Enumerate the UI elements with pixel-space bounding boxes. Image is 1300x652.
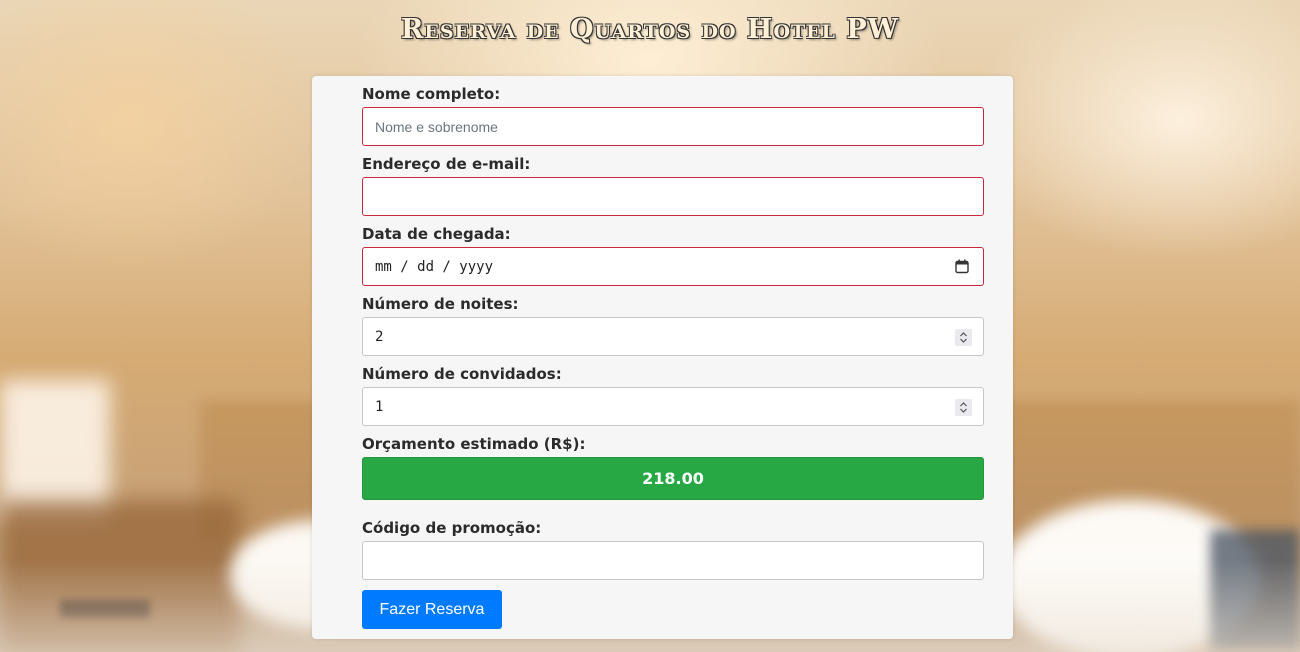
email-input[interactable] [362, 177, 984, 216]
budget-display: 218.00 [362, 457, 984, 500]
name-placeholder: Nome e sobrenome [375, 118, 498, 135]
reservation-form: Nome completo: Nome e sobrenome Endereço… [312, 76, 1013, 639]
calendar-icon[interactable] [955, 259, 969, 274]
arrival-date-input[interactable]: mm / dd / yyyy [362, 247, 984, 286]
page-title: Reserva de Quartos do Hotel PW [400, 14, 899, 45]
name-input[interactable]: Nome e sobrenome [362, 107, 984, 146]
nights-label: Número de noites: [362, 295, 519, 313]
nights-input[interactable]: 2 [362, 317, 984, 356]
promo-code-input[interactable] [362, 541, 984, 580]
submit-reservation-button[interactable]: Fazer Reserva [362, 590, 502, 629]
arrival-date-label: Data de chegada: [362, 225, 511, 243]
email-label: Endereço de e-mail: [362, 155, 531, 173]
guests-value: 1 [375, 398, 384, 415]
arrival-date-placeholder: mm / dd / yyyy [375, 258, 494, 275]
guests-input[interactable]: 1 [362, 387, 984, 426]
budget-label: Orçamento estimado (R$): [362, 435, 586, 453]
nights-value: 2 [375, 328, 384, 345]
guests-spinner-icon[interactable] [955, 399, 972, 416]
background-lamp [0, 380, 110, 520]
guests-label: Número de convidados: [362, 365, 562, 383]
promo-code-label: Código de promoção: [362, 519, 542, 537]
nights-spinner-icon[interactable] [955, 329, 972, 346]
name-label: Nome completo: [362, 85, 501, 103]
